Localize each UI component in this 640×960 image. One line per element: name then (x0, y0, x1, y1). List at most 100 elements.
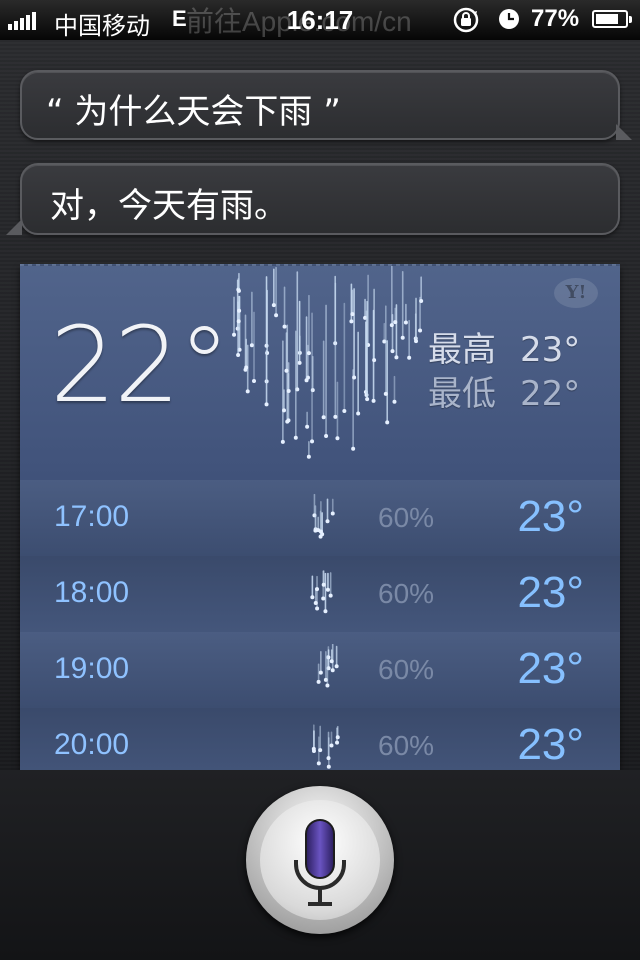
rain-drop (326, 764, 331, 769)
rain-drop (315, 606, 320, 611)
hour-precip: 60% (378, 730, 435, 761)
hour-time: 18:00 (54, 576, 130, 609)
rain-drop (311, 746, 316, 751)
rain-drop (316, 761, 321, 766)
battery-level-fill (596, 14, 618, 24)
status-bar: 中国移动 E 前往Apple.com/cn 16:17 77% (0, 0, 640, 40)
rain-drop (318, 670, 323, 675)
rain-drop (400, 335, 405, 340)
hour-temp: 23° (517, 492, 584, 541)
hour-time: 17:00 (54, 500, 130, 533)
rain-drop (390, 349, 395, 354)
rain-drop (325, 587, 330, 592)
hour-temp: 23° (517, 720, 584, 769)
high-low-temps: 最高 23° 最低 22° (428, 328, 580, 416)
rain-drop (293, 435, 298, 440)
rain-drop (318, 529, 323, 534)
rain-drop (304, 378, 309, 383)
mic-button-face (260, 800, 380, 920)
hour-temp: 23° (517, 644, 584, 693)
hour-precip: 60% (378, 578, 435, 609)
weather-card[interactable]: 22° Y! 最高 23° 最低 22° 17:00 60% 23° 18:00 6… (20, 266, 620, 770)
rain-drop (313, 601, 318, 606)
rain-drop (313, 528, 318, 533)
rain-drop (244, 365, 249, 370)
rain-drop (330, 668, 335, 673)
rain-drop (318, 534, 323, 539)
hourly-row: 17:00 60% 23° (20, 480, 620, 556)
rain-drop (394, 355, 399, 360)
rain-drop (414, 339, 419, 344)
rain-drop (321, 415, 326, 420)
rain-drop (284, 368, 289, 373)
rain-drop (352, 375, 357, 380)
rain-drop (330, 511, 335, 516)
rain-small-icon (311, 724, 340, 769)
rain-drop (418, 328, 423, 333)
rain-drop (389, 323, 394, 328)
rain-drop (318, 748, 323, 753)
hour-time: 20:00 (54, 728, 130, 761)
low-label: 最低 (428, 374, 496, 414)
low-value: 22° (520, 374, 581, 414)
rain-drop (334, 664, 339, 669)
rain-drop (335, 735, 340, 740)
rain-drop (264, 402, 269, 407)
rain-drop (333, 414, 338, 419)
rain-drop (236, 288, 241, 293)
rain-drop (356, 411, 361, 416)
rain-drop (286, 418, 291, 423)
current-weather: 22° Y! 最高 23° 最低 22° (20, 266, 620, 480)
rain-drop (419, 298, 424, 303)
rain-drop (324, 434, 329, 439)
hour-precip: 60% (378, 502, 435, 533)
rain-drop (392, 399, 397, 404)
rain-drop (315, 587, 320, 592)
rain-drop (297, 360, 302, 365)
rain-drop (326, 756, 331, 761)
rain-drop (236, 319, 241, 324)
alarm-clock-icon (499, 9, 519, 29)
rain-drop (306, 351, 311, 356)
rain-drop (349, 319, 354, 324)
microphone-icon (294, 819, 346, 906)
rain-icon (232, 266, 424, 459)
rain-drop (325, 519, 330, 524)
rain-drop (271, 303, 276, 308)
user-query-bubble[interactable]: “ 为什么天会下雨 ” (20, 70, 632, 140)
siri-response-text: 对，今天有雨。 (50, 186, 288, 226)
user-query-text: “ 为什么天会下雨 ” (46, 92, 341, 132)
hour-time: 19:00 (54, 652, 130, 685)
hourly-row: 18:00 60% 23° (20, 556, 620, 632)
rain-drop (310, 439, 315, 444)
siri-response-bubble: 对，今天有雨。 (6, 163, 620, 235)
rain-drop (321, 596, 326, 601)
siri-microphone-button[interactable] (246, 786, 394, 934)
current-temperature: 22° (50, 304, 230, 426)
bubble-tail (616, 124, 632, 140)
battery-icon (592, 10, 632, 28)
hourly-row: 19:00 60% 23° (20, 632, 620, 708)
hour-precip: 60% (378, 654, 435, 685)
rain-drop (351, 446, 356, 451)
rain-drop (372, 358, 377, 363)
rain-drop (329, 659, 334, 664)
rain-drop (280, 439, 285, 444)
rain-drop (237, 308, 242, 313)
rain-drop (323, 609, 328, 614)
hourly-row: 20:00 60% 23° (20, 708, 620, 770)
rain-drop (306, 454, 311, 459)
hourly-forecast: 17:00 60% 23° 18:00 60% 23° 19:00 60% 23… (20, 480, 620, 770)
rain-drop (371, 398, 376, 403)
high-label: 最高 (428, 330, 496, 370)
rain-drop (342, 408, 347, 413)
rain-drop (403, 320, 408, 325)
rain-drop (385, 420, 390, 425)
yahoo-logo-icon[interactable]: Y! (554, 278, 598, 308)
rain-drop (286, 389, 291, 394)
rain-small-icon (316, 644, 339, 688)
high-value: 23° (520, 330, 581, 370)
rain-drop (282, 408, 287, 413)
bubble-tail (6, 219, 22, 235)
rain-drop (383, 391, 388, 396)
